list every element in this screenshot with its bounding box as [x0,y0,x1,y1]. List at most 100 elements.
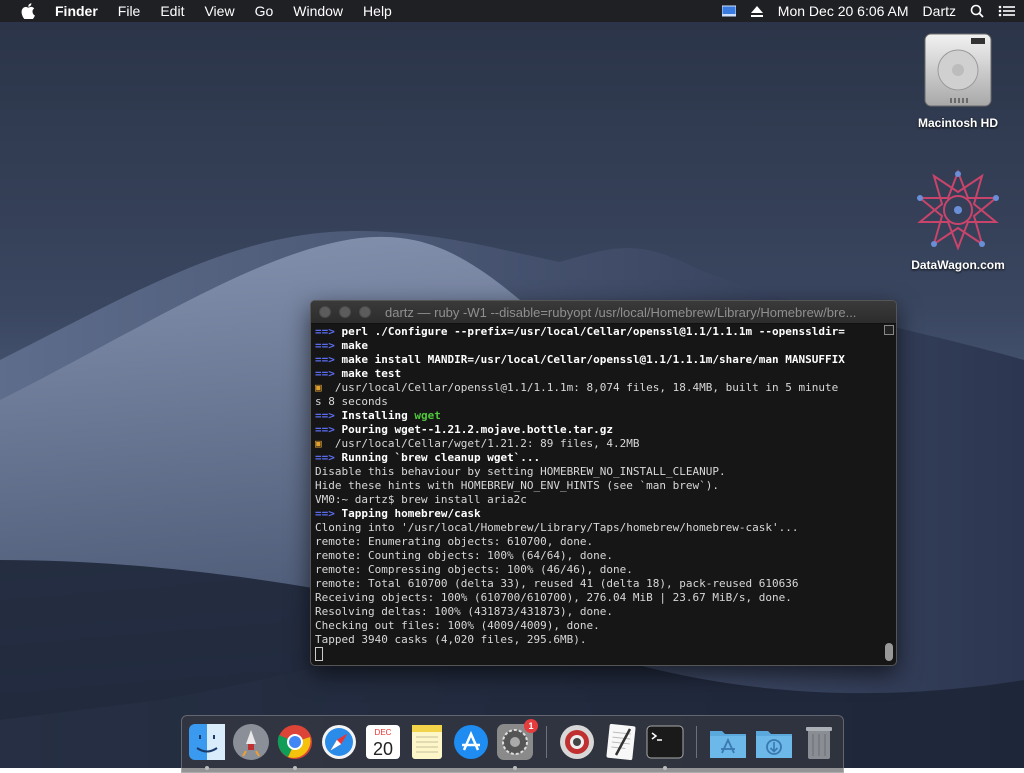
dock-trash[interactable] [800,723,838,761]
terminal-line: ==> make test [315,367,880,381]
applications-folder-icon [710,731,746,758]
notes-icon [412,725,442,759]
terminal-line-text: remote: Compressing objects: 100% (46/46… [315,563,633,576]
terminal-line: ==> perl ./Configure --prefix=/usr/local… [315,325,880,339]
macintosh-hd-desktop-icon[interactable]: Macintosh HD [903,30,1013,130]
terminal-line: remote: Enumerating objects: 610700, don… [315,535,880,549]
terminal-line: ▣ /usr/local/Cellar/openssl@1.1/1.1.1m: … [315,381,880,395]
terminal-line: Tapped 3940 casks (4,020 files, 295.6MB)… [315,633,880,647]
dock-safari[interactable] [320,723,358,761]
dock-downloads-folder[interactable] [754,723,792,761]
beer-mug-icon: ▣ [315,381,329,394]
dock-separator [696,726,697,758]
terminal-title: dartz — ruby -W1 --disable=rubyopt /usr/… [385,304,857,320]
scroll-thumb[interactable] [885,643,893,661]
homebrew-arrow-icon: ==> [315,353,342,366]
terminal-prompt-line[interactable] [315,647,880,661]
datawagon-desktop-icon[interactable]: DataWagon.com [903,168,1013,272]
text-cursor [315,647,323,661]
apple-menu-icon[interactable] [21,3,37,19]
photo-booth-icon [560,725,594,759]
terminal-line: ==> make [315,339,880,353]
homebrew-arrow-icon: ==> [315,339,342,352]
dock-system-preferences[interactable]: 1 [496,719,538,770]
terminal-line: ==> Pouring wget--1.21.2.mojave.bottle.t… [315,423,880,437]
beer-mug-icon: ▣ [315,437,329,450]
dock-calendar[interactable]: DEC 20 [364,723,402,761]
dock-launchpad[interactable] [232,723,270,761]
terminal-line-text: make test [341,367,402,380]
menu-help[interactable]: Help [363,3,392,19]
terminal-line: Hide these hints with HOMEBREW_NO_ENV_HI… [315,479,880,493]
terminal-line-text: make install MANDIR=/usr/local/Cellar/op… [341,353,845,366]
terminal-line-text: Disable this behaviour by setting HOMEBR… [315,465,726,478]
menu-go[interactable]: Go [255,3,274,19]
menu-bar: Finder File Edit View Go Window Help Mon… [0,0,1024,22]
terminal-line-text: Running `brew cleanup wget`... [341,451,541,464]
notification-center-icon[interactable] [998,4,1015,18]
minimize-window-button[interactable] [339,306,351,318]
terminal-line-text: Installing [341,409,415,422]
calendar-icon: DEC 20 [366,725,400,759]
terminal-icon [646,725,684,759]
dock-notes[interactable] [408,723,446,761]
terminal-line: remote: Compressing objects: 100% (46/46… [315,563,880,577]
eject-icon[interactable] [750,4,764,18]
terminal-line-text: Receiving objects: 100% (610700/610700),… [315,591,792,604]
terminal-line: ==> Installing wget [315,409,880,423]
close-window-button[interactable] [319,306,331,318]
dock-textedit[interactable] [602,723,640,761]
menubar-clock[interactable]: Mon Dec 20 6:06 AM [778,3,909,19]
terminal-line-text: make [341,339,369,352]
menu-finder[interactable]: Finder [55,3,98,19]
menu-edit[interactable]: Edit [160,3,184,19]
menu-file[interactable]: File [118,3,141,19]
homebrew-arrow-icon: ==> [315,367,342,380]
terminal-title-bar[interactable]: dartz — ruby -W1 --disable=rubyopt /usr/… [311,301,896,324]
downloads-folder-icon [756,731,792,758]
hard-drive-icon [921,30,995,110]
menubar-user[interactable]: Dartz [923,3,956,19]
terminal-window[interactable]: dartz — ruby -W1 --disable=rubyopt /usr/… [310,300,897,666]
homebrew-arrow-icon: ==> [315,451,342,464]
terminal-line-text: Tapped 3940 casks (4,020 files, 295.6MB)… [315,633,587,646]
terminal-line: remote: Total 610700 (delta 33), reused … [315,577,880,591]
terminal-line: ==> make install MANDIR=/usr/local/Cella… [315,353,880,367]
dock-terminal[interactable] [646,723,684,770]
terminal-line: Checking out files: 100% (4009/4009), do… [315,619,880,633]
terminal-scrollbar[interactable] [884,325,894,663]
terminal-line: Resolving deltas: 100% (431873/431873), … [315,605,880,619]
zoom-window-button[interactable] [359,306,371,318]
running-indicator [513,766,517,770]
scroll-up-button[interactable] [884,325,894,335]
terminal-output[interactable]: ==> perl ./Configure --prefix=/usr/local… [315,325,880,663]
dock-chrome[interactable] [276,723,314,770]
running-indicator [205,766,209,770]
terminal-line-text: /usr/local/Cellar/openssl@1.1/1.1.1m: 8,… [328,381,839,394]
dock: DEC 20 1 [181,715,844,773]
terminal-line: Cloning into '/usr/local/Homebrew/Librar… [315,521,880,535]
running-indicator [663,766,667,770]
chrome-icon [277,725,312,759]
menu-view[interactable]: View [204,3,234,19]
terminal-line: VM0:~ dartz$ brew install aria2c [315,493,880,507]
dock-applications-folder[interactable] [708,723,746,761]
dock-app-store[interactable] [452,723,490,761]
display-icon[interactable] [721,4,737,18]
terminal-line-text: Resolving deltas: 100% (431873/431873), … [315,605,614,618]
terminal-line-text: remote: Enumerating objects: 610700, don… [315,535,594,548]
safari-icon [322,725,356,759]
terminal-line-text: Pouring wget--1.21.2.mojave.bottle.tar.g… [341,423,614,436]
terminal-line: ==> Running `brew cleanup wget`... [315,451,880,465]
dock-finder[interactable] [188,723,226,770]
textedit-icon [606,723,636,761]
homebrew-arrow-icon: ==> [315,507,342,520]
terminal-line-text: /usr/local/Cellar/wget/1.21.2: 89 files,… [328,437,640,450]
terminal-line-text: Tapping homebrew/cask [341,507,481,520]
dock-photo-booth[interactable] [558,723,596,761]
finder-icon [189,724,225,760]
macintosh-hd-label: Macintosh HD [917,116,998,130]
spotlight-search-icon[interactable] [970,4,984,18]
terminal-line-text: perl ./Configure --prefix=/usr/local/Cel… [341,325,845,338]
menu-window[interactable]: Window [293,3,343,19]
